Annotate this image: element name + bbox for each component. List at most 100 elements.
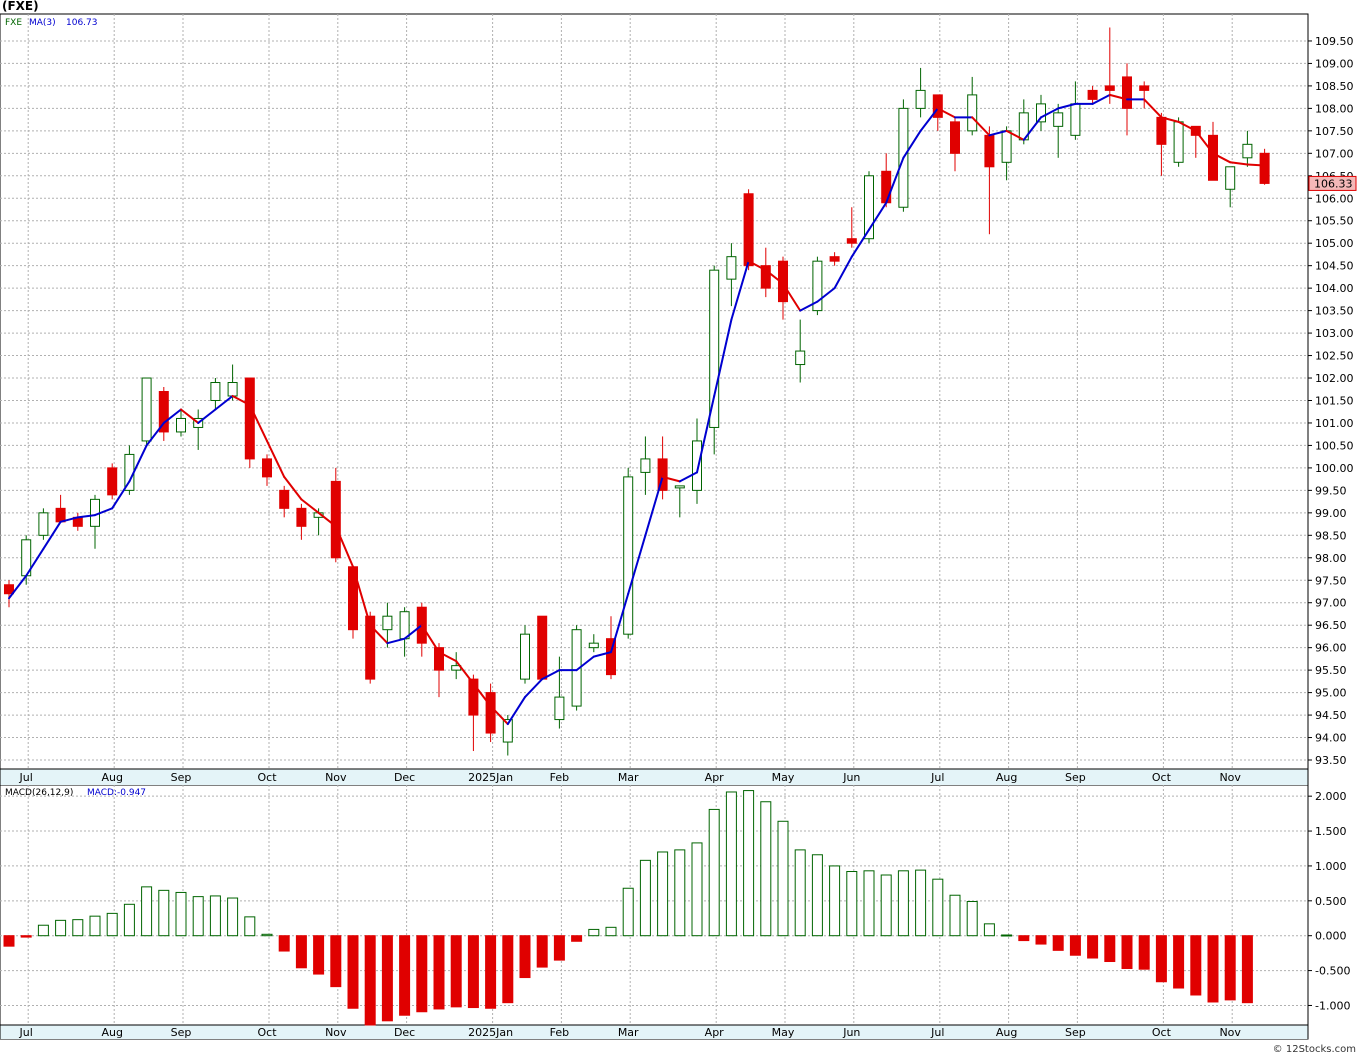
macd-legend-value: MACD:-0.947 [87,788,146,798]
macd-bar [639,859,651,937]
candle-body [743,193,754,267]
macd-bar [330,935,342,988]
price-y-tick-label: 100.50 [1315,439,1354,452]
macd-bar [1069,935,1081,956]
candle-body [640,458,651,473]
macd-bar [777,820,789,937]
macd-y-tick-label: 1.500 [1315,825,1347,838]
macd-bar [743,790,755,937]
candle-body [107,467,118,496]
price-legend-ticker: FXE [5,18,22,28]
macd-bar [261,933,273,937]
macd-bar [209,895,221,937]
candle-body [55,507,66,523]
price-x-tick-label: Sep [171,771,192,784]
price-x-tick-label: Mar [618,771,639,784]
price-x-tick-label: Nov [325,771,347,784]
macd-bar [983,923,995,937]
macd-bar [966,901,978,937]
macd-bar [158,889,170,937]
macd-bar [1138,935,1150,970]
macd-x-axis-strip [0,1025,1308,1039]
candle-body [1242,143,1253,159]
macd-bar [674,849,686,937]
price-y-tick-label: 101.50 [1315,394,1354,407]
macd-bar [89,915,101,937]
macd-bar [3,935,15,947]
macd-x-tick-label: 2025Jan [468,1026,513,1039]
macd-x-tick-label: Mar [618,1026,639,1039]
candle-body [1173,121,1184,163]
price-y-tick-label: 94.50 [1315,709,1347,722]
candle-body [1156,116,1167,145]
macd-x-tick-label: Jul [930,1026,944,1039]
price-x-tick-label: Oct [1152,771,1172,784]
candle-body [1225,166,1236,190]
macd-x-tick-label: Aug [101,1026,122,1039]
candle-body [1001,130,1012,163]
price-x-tick-label: Jun [842,771,860,784]
macd-bar [1173,935,1185,989]
macd-bar [588,928,600,937]
macd-x-tick-label: Aug [996,1026,1017,1039]
macd-bar [760,801,772,937]
candle-body [399,611,410,640]
macd-x-tick-label: Dec [394,1026,415,1039]
macd-bar [416,935,428,1013]
footer-copyright: © 12Stocks.com [1272,1044,1356,1055]
candle-body [692,440,702,491]
macd-bar [123,903,135,937]
macd-bar [811,854,823,937]
candle-body [244,377,255,460]
candle-body [950,121,960,154]
macd-bar [20,935,32,938]
price-y-tick-label: 97.00 [1315,597,1347,610]
macd-bar [141,886,153,937]
candle-body [984,134,995,168]
macd-legend-name: MACD(26,12,9) [5,788,73,798]
macd-bar [399,935,411,1016]
macd-bar [1207,935,1219,1003]
macd-y-tick-label: 0.500 [1315,895,1347,908]
candle-body [537,615,548,680]
macd-bar [829,865,841,937]
price-y-tick-label: 95.50 [1315,664,1347,677]
ma-line-segment [1246,163,1266,167]
candle-body [262,458,272,478]
macd-bar [794,849,806,937]
macd-y-tick-label: -1.000 [1315,999,1350,1012]
macd-bar [227,897,239,937]
macd-y-tick-label: 1.000 [1315,860,1347,873]
candle-body [709,269,720,428]
price-y-tick-label: 105.50 [1315,215,1354,228]
macd-bar [106,912,118,937]
macd-bar [897,870,909,937]
macd-bar [536,935,548,968]
price-legend-ma-label: MA(3) [29,18,56,28]
price-y-tick-label: 104.50 [1315,260,1354,273]
price-y-tick-label: 96.00 [1315,642,1347,655]
price-legend-ma-value: 106.73 [66,18,98,28]
price-y-tick-label: 98.50 [1315,529,1347,542]
price-y-tick-label: 108.50 [1315,80,1354,93]
macd-x-tick-label: Oct [1152,1026,1172,1039]
price-x-tick-label: 2025Jan [468,771,513,784]
macd-bar [691,842,703,937]
price-y-tick-label: 103.50 [1315,305,1354,318]
price-x-axis-strip [0,769,1308,785]
macd-bar [708,808,720,937]
price-y-tick-label: 107.00 [1315,147,1354,160]
macd-x-tick-label: May [772,1026,795,1039]
macd-bar [175,891,187,937]
macd-x-tick-label: Sep [1065,1026,1086,1039]
candle-body [1053,112,1064,127]
macd-bar [37,924,49,937]
macd-bar [1224,935,1236,1001]
price-y-tick-label: 99.50 [1315,484,1347,497]
candle-body [227,382,238,397]
candle-body [38,512,49,536]
macd-bar [450,935,462,1008]
price-y-tick-label: 93.50 [1315,754,1347,767]
candle-body [1122,76,1132,109]
macd-bar [725,791,737,937]
